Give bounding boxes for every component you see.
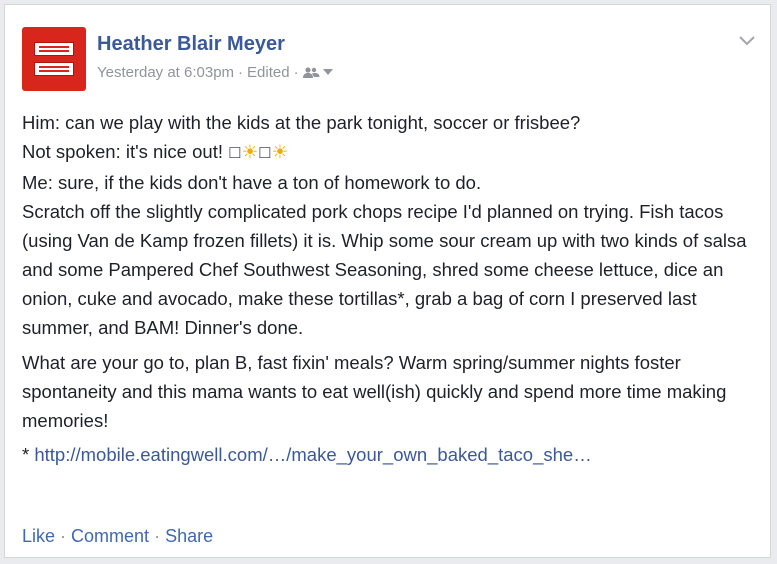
post-timestamp[interactable]: Yesterday at 6:03pm — [97, 64, 234, 81]
action-separator: · — [154, 526, 161, 546]
post-line: Him: can we play with the kids at the pa… — [22, 112, 581, 133]
post-line: Me: sure, if the kids don't have a ton o… — [22, 172, 482, 193]
edited-label[interactable]: Edited — [247, 64, 290, 81]
meta-separator: · — [293, 64, 299, 81]
sun-emoji-icon: ☀ — [271, 141, 289, 162]
post-footnote: * http://mobile.eatingwell.com/…/make_yo… — [22, 444, 592, 465]
sun-emoji-icon: ☀ — [241, 141, 259, 162]
post-line: Not spoken: it's nice out! ☐☀☐☀ — [22, 141, 289, 162]
chevron-down-icon — [322, 69, 333, 75]
avatar-book-graphic — [34, 62, 74, 76]
post-menu-chevron-icon[interactable] — [739, 33, 755, 51]
friends-icon — [302, 67, 320, 78]
post-body: Him: can we play with the kids at the pa… — [22, 108, 757, 469]
like-button[interactable]: Like — [22, 526, 55, 547]
audience-selector[interactable] — [302, 66, 333, 79]
author-name[interactable]: Heather Blair Meyer — [97, 33, 285, 56]
comment-button[interactable]: Comment — [71, 526, 149, 547]
post-line: Scratch off the slightly complicated por… — [22, 201, 747, 338]
action-separator: · — [60, 526, 67, 546]
post-meta: Yesterday at 6:03pm · Edited · — [97, 64, 333, 81]
avatar[interactable] — [22, 27, 86, 91]
share-button[interactable]: Share — [165, 526, 213, 547]
post-paragraph: What are your go to, plan B, fast fixin'… — [22, 352, 727, 431]
post-actions: Like · Comment · Share — [22, 526, 213, 547]
meta-separator: · — [238, 64, 244, 81]
avatar-book-graphic — [34, 42, 74, 56]
post-card: Heather Blair Meyer Yesterday at 6:03pm … — [4, 4, 771, 558]
missing-glyph-icon: ☐ — [258, 145, 272, 162]
recipe-link[interactable]: http://mobile.eatingwell.com/…/make_your… — [34, 444, 591, 465]
missing-glyph-icon: ☐ — [228, 145, 242, 162]
